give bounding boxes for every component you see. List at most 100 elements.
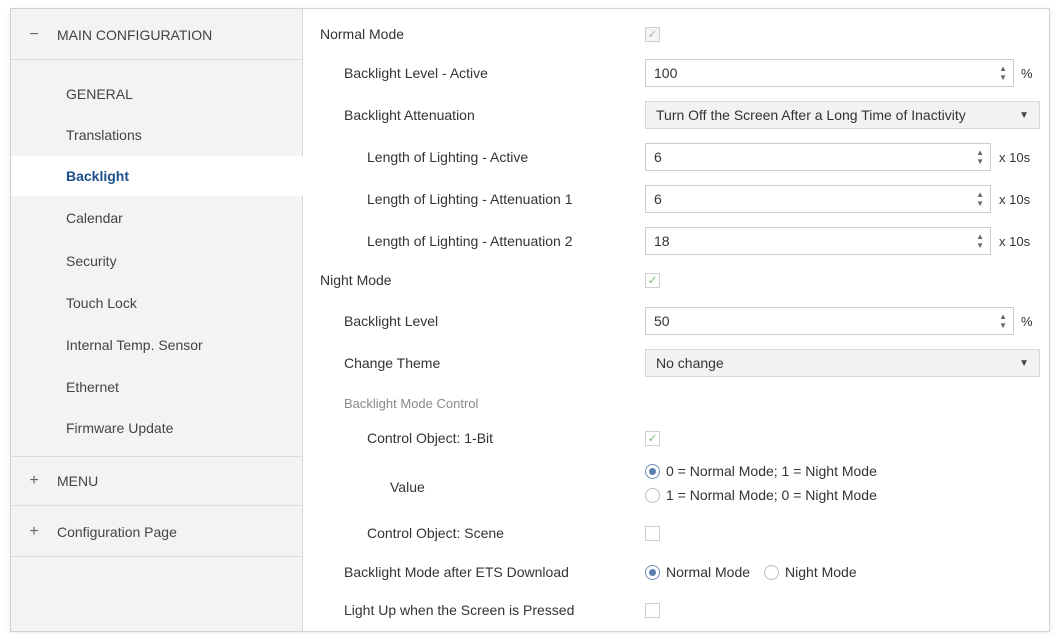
sidebar-item-security[interactable]: Security <box>11 241 302 281</box>
group-menu[interactable]: + MENU <box>11 456 302 506</box>
night-mode-label: Night Mode <box>320 272 392 288</box>
row-length-att1: Length of Lighting - Attenuation 1 6 ▲ ▼ … <box>303 185 1049 213</box>
check-icon: ✓ <box>647 431 658 445</box>
sidebar-item-firmware-update[interactable]: Firmware Update <box>11 408 302 448</box>
value-radio-group: 0 = Normal Mode; 1 = Night Mode 1 = Norm… <box>645 459 877 507</box>
change-theme-label: Change Theme <box>344 355 441 371</box>
mode-option-night[interactable]: Night Mode <box>764 564 857 580</box>
light-up-pressed-label: Light Up when the Screen is Pressed <box>344 602 575 618</box>
radio-label: 1 = Normal Mode; 0 = Night Mode <box>666 487 877 503</box>
row-change-theme: Change Theme No change ▼ <box>303 349 1049 377</box>
radio-selected-icon[interactable] <box>645 463 660 479</box>
unit-label: % <box>1021 313 1033 329</box>
spinner-arrows-icon[interactable]: ▲ ▼ <box>976 190 984 208</box>
select-value: Turn Off the Screen After a Long Time of… <box>656 107 966 123</box>
sidebar-item-backlight[interactable]: Backlight <box>11 156 303 196</box>
spinner-value: 50 <box>654 313 670 329</box>
unit-label: x 10s <box>999 191 1031 207</box>
control-object-scene-checkbox[interactable] <box>645 525 660 541</box>
control-object-1bit-label: Control Object: 1-Bit <box>367 430 494 446</box>
unit-label: x 10s <box>999 233 1031 249</box>
sidebar-item-general[interactable]: GENERAL <box>11 74 302 114</box>
sidebar-item-translations[interactable]: Translations <box>11 115 302 155</box>
value-option-0[interactable]: 0 = Normal Mode; 1 = Night Mode <box>645 459 877 483</box>
spinner-value: 6 <box>654 191 662 207</box>
sidebar: − MAIN CONFIGURATION GENERAL Translation… <box>11 9 303 631</box>
row-normal-mode: Normal Mode ✓ <box>303 20 1049 48</box>
mode-after-download-radio-group: Normal Mode Night Mode <box>645 564 857 580</box>
group-label: Configuration Page <box>57 523 177 540</box>
chevron-down-icon: ▼ <box>1019 110 1029 121</box>
night-mode-checkbox[interactable]: ✓ <box>645 272 660 288</box>
mode-option-normal[interactable]: Normal Mode <box>645 564 750 580</box>
length-active-spinner[interactable]: 6 ▲ ▼ <box>645 143 991 171</box>
spinner-arrows-icon[interactable]: ▲ ▼ <box>976 232 984 250</box>
radio-label: Normal Mode <box>666 564 751 580</box>
sidebar-item-label: Security <box>66 253 117 269</box>
radio-label: Night Mode <box>785 564 857 580</box>
row-backlight-level: Backlight Level 50 ▲ ▼ % <box>303 307 1049 335</box>
sidebar-item-label: Firmware Update <box>66 420 174 436</box>
length-active-label: Length of Lighting - Active <box>367 149 529 165</box>
control-object-scene-label: Control Object: Scene <box>367 525 504 541</box>
spinner-value: 6 <box>654 149 662 165</box>
backlight-attenuation-label: Backlight Attenuation <box>344 107 475 123</box>
group-configuration-page[interactable]: + Configuration Page <box>11 507 302 557</box>
length-att2-spinner[interactable]: 18 ▲ ▼ <box>645 227 991 255</box>
radio-label: 0 = Normal Mode; 1 = Night Mode <box>666 463 877 479</box>
group-label: MAIN CONFIGURATION <box>57 26 213 43</box>
mode-after-download-label: Backlight Mode after ETS Download <box>344 564 569 580</box>
row-backlight-level-active: Backlight Level - Active 100 ▲ ▼ % <box>303 59 1049 87</box>
row-control-object-1bit: Control Object: 1-Bit ✓ <box>303 424 1049 452</box>
backlight-mode-control-heading: Backlight Mode Control <box>344 395 479 411</box>
row-mode-after-download: Backlight Mode after ETS Download Normal… <box>303 558 1049 586</box>
unit-label: x 10s <box>999 149 1031 165</box>
group-main-configuration[interactable]: − MAIN CONFIGURATION <box>11 10 302 60</box>
length-att2-label: Length of Lighting - Attenuation 2 <box>367 233 573 249</box>
group-label: MENU <box>57 473 99 489</box>
check-icon: ✓ <box>647 273 658 287</box>
change-theme-select[interactable]: No change ▼ <box>645 349 1040 377</box>
chevron-down-icon: ▼ <box>1019 358 1029 369</box>
row-backlight-attenuation: Backlight Attenuation Turn Off the Scree… <box>303 101 1049 129</box>
sidebar-item-label: Ethernet <box>66 379 119 395</box>
parameters-panel: Normal Mode ✓ Backlight Level - Active 1… <box>303 9 1049 631</box>
window: − MAIN CONFIGURATION GENERAL Translation… <box>10 8 1050 632</box>
value-label: Value <box>390 479 425 495</box>
expand-icon: + <box>29 472 39 489</box>
sidebar-item-calendar[interactable]: Calendar <box>11 198 302 238</box>
backlight-level-active-label: Backlight Level - Active <box>344 65 488 81</box>
sidebar-item-label: Internal Temp. Sensor <box>66 337 203 353</box>
radio-unselected-icon[interactable] <box>764 564 780 580</box>
sidebar-item-label: Touch Lock <box>66 295 137 311</box>
row-control-object-scene: Control Object: Scene <box>303 519 1049 547</box>
backlight-level-spinner[interactable]: 50 ▲ ▼ <box>645 307 1014 335</box>
row-night-mode: Night Mode ✓ <box>303 266 1049 294</box>
length-att1-spinner[interactable]: 6 ▲ ▼ <box>645 185 991 213</box>
sidebar-item-ethernet[interactable]: Ethernet <box>11 367 302 407</box>
spinner-arrows-icon[interactable]: ▲ ▼ <box>999 64 1007 82</box>
light-up-pressed-checkbox[interactable] <box>645 602 660 618</box>
sidebar-item-label: Calendar <box>66 210 123 226</box>
radio-unselected-icon[interactable] <box>645 487 660 503</box>
spinner-arrows-icon[interactable]: ▲ ▼ <box>999 312 1007 330</box>
spinner-value: 100 <box>654 65 678 81</box>
row-length-att2: Length of Lighting - Attenuation 2 18 ▲ ▼… <box>303 227 1049 255</box>
spinner-value: 18 <box>654 233 670 249</box>
value-option-1[interactable]: 1 = Normal Mode; 0 = Night Mode <box>645 483 877 507</box>
sidebar-item-internal-temp-sensor[interactable]: Internal Temp. Sensor <box>11 325 302 365</box>
control-object-1bit-checkbox[interactable]: ✓ <box>645 430 660 446</box>
spinner-arrows-icon[interactable]: ▲ ▼ <box>976 148 984 166</box>
radio-selected-icon[interactable] <box>645 564 660 580</box>
normal-mode-label: Normal Mode <box>320 26 405 42</box>
sidebar-item-touch-lock[interactable]: Touch Lock <box>11 283 302 323</box>
backlight-level-active-spinner[interactable]: 100 ▲ ▼ <box>645 59 1014 87</box>
backlight-attenuation-select[interactable]: Turn Off the Screen After a Long Time of… <box>645 101 1040 129</box>
sidebar-item-label: GENERAL <box>66 86 133 102</box>
row-backlight-mode-control: Backlight Mode Control <box>303 389 1049 417</box>
normal-mode-checkbox[interactable]: ✓ <box>645 26 660 42</box>
length-att1-label: Length of Lighting - Attenuation 1 <box>367 191 573 207</box>
collapse-icon: − <box>29 25 39 43</box>
select-value: No change <box>656 355 724 371</box>
check-icon: ✓ <box>647 27 658 41</box>
